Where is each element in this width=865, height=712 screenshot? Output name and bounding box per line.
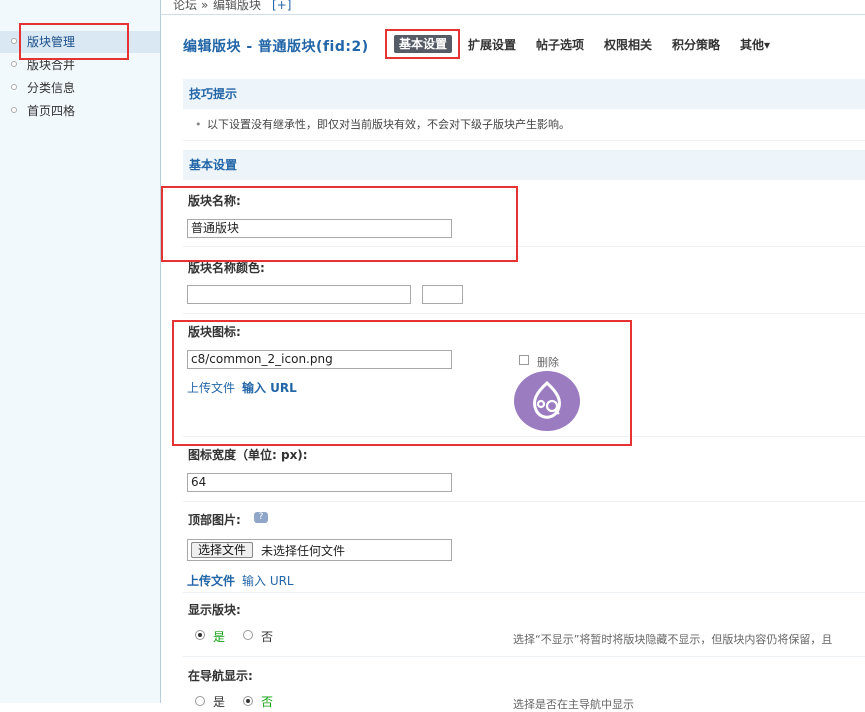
tip-bullet: • bbox=[195, 118, 202, 131]
delete-icon-label: 删除 bbox=[537, 356, 559, 369]
sidebar-item-label: 首页四格 bbox=[27, 104, 76, 118]
divider bbox=[183, 436, 865, 437]
file-status-text: 未选择任何文件 bbox=[261, 544, 346, 558]
nav-display-label: 在导航显示: bbox=[188, 669, 253, 683]
sidebar-item-forum-merge[interactable]: 版块合并 bbox=[0, 54, 160, 76]
icon-url-link[interactable]: 输入 URL bbox=[242, 379, 297, 396]
tab-other-dropdown[interactable]: 其他▾ bbox=[740, 36, 770, 53]
sidebar-item-label: 版块管理 bbox=[27, 35, 76, 49]
bullet-icon bbox=[11, 84, 17, 90]
nav-yes-radio[interactable] bbox=[195, 696, 205, 706]
sidebar-item-label: 版块合并 bbox=[27, 58, 76, 72]
divider bbox=[183, 246, 865, 247]
tip-text: 以下设置没有继承性，即仅对当前版块有效，不会对下级子版块产生影响。 bbox=[207, 118, 570, 131]
banner-url-link[interactable]: 输入 URL bbox=[242, 572, 294, 589]
breadcrumb-root[interactable]: 论坛 bbox=[173, 0, 197, 11]
page-title: 编辑版块 - 普通版块(fid:2) bbox=[183, 39, 369, 55]
tab-basic-settings[interactable]: 基本设置 bbox=[394, 35, 453, 53]
display-yes-radio[interactable] bbox=[195, 630, 205, 640]
color-picker-button[interactable] bbox=[422, 285, 463, 304]
icon-upload-link[interactable]: 上传文件 bbox=[187, 379, 235, 396]
delete-icon-checkbox[interactable] bbox=[519, 355, 529, 365]
banner-upload-link[interactable]: 上传文件 bbox=[187, 572, 235, 589]
tab-permissions[interactable]: 权限相关 bbox=[604, 36, 652, 53]
basic-settings-heading: 基本设置 bbox=[183, 150, 865, 180]
nav-no-radio[interactable] bbox=[243, 696, 253, 706]
bullet-icon bbox=[11, 38, 17, 44]
sidebar-item-forum-manage[interactable]: 版块管理 bbox=[0, 31, 160, 53]
divider bbox=[183, 656, 865, 657]
divider bbox=[183, 592, 865, 593]
sidebar: 版块管理 版块合并 分类信息 首页四格 bbox=[0, 0, 161, 703]
help-icon[interactable]: ? bbox=[254, 512, 268, 523]
banner-image-label: 顶部图片: bbox=[188, 513, 241, 527]
display-no-label: 否 bbox=[261, 630, 274, 644]
bullet-icon bbox=[11, 107, 17, 113]
forum-name-input[interactable]: 普通版块 bbox=[187, 219, 452, 238]
divider bbox=[183, 501, 865, 502]
forum-icon-label: 版块图标: bbox=[188, 325, 241, 339]
nav-no-label: 否 bbox=[261, 695, 274, 709]
banner-file-picker[interactable]: 选择文件 未选择任何文件 bbox=[187, 539, 452, 561]
forum-icon-input[interactable]: c8/common_2_icon.png bbox=[187, 350, 452, 369]
tab-extended-settings[interactable]: 扩展设置 bbox=[468, 36, 516, 53]
divider bbox=[183, 313, 865, 314]
choose-file-button[interactable]: 选择文件 bbox=[191, 542, 254, 558]
forum-name-color-input[interactable] bbox=[187, 285, 411, 304]
bullet-icon bbox=[11, 61, 17, 67]
display-forum-label: 显示版块: bbox=[188, 603, 241, 617]
sidebar-item-thread-types[interactable]: 分类信息 bbox=[0, 77, 160, 99]
display-forum-note: 选择“不显示”将暂时将版块隐藏不显示，但版块内容仍将保留，且 bbox=[513, 633, 833, 646]
forum-icon bbox=[514, 371, 580, 431]
tips-box: • 以下设置没有继承性，即仅对当前版块有效，不会对下级子版块产生影响。 bbox=[183, 110, 865, 141]
tab-post-options[interactable]: 帖子选项 bbox=[536, 36, 584, 53]
nav-yes-label: 是 bbox=[213, 695, 226, 709]
icon-width-input[interactable]: 64 bbox=[187, 473, 452, 492]
display-yes-label: 是 bbox=[213, 630, 226, 644]
tips-heading: 技巧提示 bbox=[183, 79, 865, 109]
breadcrumb-current: 编辑版块 bbox=[213, 0, 262, 12]
forum-name-color-label: 版块名称颜色: bbox=[188, 261, 265, 275]
tab-credit-policy[interactable]: 积分策略 bbox=[672, 36, 720, 53]
sidebar-item-label: 分类信息 bbox=[27, 81, 76, 95]
breadcrumb: 论坛 » 编辑版块 [+] bbox=[161, 0, 865, 15]
icon-width-label: 图标宽度（单位: px): bbox=[188, 448, 308, 462]
breadcrumb-add-button[interactable]: [+] bbox=[272, 0, 291, 11]
nav-display-note: 选择是否在主导航中显示 bbox=[513, 698, 634, 711]
forum-name-label: 版块名称: bbox=[188, 194, 241, 208]
breadcrumb-separator: » bbox=[201, 0, 209, 12]
display-no-radio[interactable] bbox=[243, 630, 253, 640]
sidebar-item-homepage-grid[interactable]: 首页四格 bbox=[0, 100, 160, 122]
